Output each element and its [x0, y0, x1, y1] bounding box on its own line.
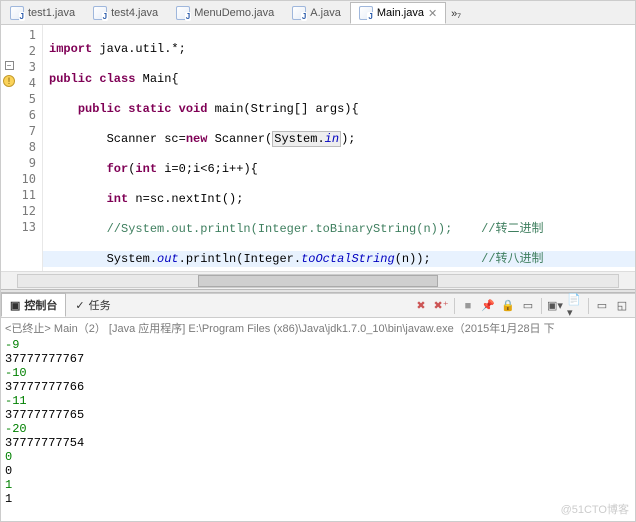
tab-console[interactable]: ▣控制台 — [1, 293, 66, 317]
display-selected-button[interactable]: ▭ — [519, 297, 537, 315]
scrollbar-thumb[interactable] — [198, 275, 438, 287]
code-editor[interactable]: − ! 1 2 3 4 5 6 7 8 9 10 11 12 13 import… — [1, 25, 635, 271]
java-file-icon — [93, 6, 107, 20]
minimize-button[interactable]: ▭ — [593, 297, 611, 315]
tab-test4[interactable]: test4.java — [84, 2, 167, 24]
close-icon[interactable]: ✕ — [428, 7, 437, 20]
editor-tabs: test1.java test4.java MenuDemo.java A.ja… — [1, 1, 635, 25]
maximize-button[interactable]: ◱ — [613, 297, 631, 315]
java-file-icon — [359, 6, 373, 20]
tab-tasks[interactable]: ✓任务 — [66, 293, 119, 317]
tabs-overflow[interactable]: »₇ — [446, 4, 466, 24]
warning-icon[interactable]: ! — [3, 75, 15, 87]
console-view[interactable]: <已终止> Main（2） [Java 应用程序] E:\Program Fil… — [1, 318, 635, 521]
tab-a[interactable]: A.java — [283, 2, 350, 24]
tab-test1[interactable]: test1.java — [1, 2, 84, 24]
console-process-header: <已终止> Main（2） [Java 应用程序] E:\Program Fil… — [5, 318, 631, 338]
tab-menudemo[interactable]: MenuDemo.java — [167, 2, 283, 24]
tab-main[interactable]: Main.java✕ — [350, 2, 446, 24]
console-icon: ▣ — [10, 299, 20, 312]
java-file-icon — [292, 6, 306, 20]
scrollbar-track[interactable] — [17, 274, 619, 288]
code-content[interactable]: import java.util.*; public class Main{ p… — [43, 25, 635, 271]
line-number-gutter: 1 2 3 4 5 6 7 8 9 10 11 12 13 — [17, 25, 43, 271]
pin-console-button[interactable]: 📌 — [479, 297, 497, 315]
remove-all-button[interactable]: ✖⁺ — [432, 297, 450, 315]
watermark: @51CTO博客 — [561, 501, 629, 517]
bottom-panel: ▣控制台 ✓任务 ✖ ✖⁺ ■ 📌 🔒 ▭ ▣▾ 📄▾ ▭ ◱ <已终止> Ma… — [1, 293, 635, 521]
console-toolbar: ✖ ✖⁺ ■ 📌 🔒 ▭ ▣▾ 📄▾ ▭ ◱ — [412, 297, 635, 315]
marker-gutter: − ! — [1, 25, 17, 271]
java-file-icon — [10, 6, 24, 20]
clear-console-button[interactable]: 📄▾ — [566, 297, 584, 315]
fold-toggle-icon[interactable]: − — [5, 61, 14, 70]
console-output: -9 37777777767 -10 37777777766 -11 37777… — [5, 338, 631, 506]
horizontal-scrollbar[interactable] — [1, 271, 635, 289]
remove-launch-button[interactable]: ✖ — [412, 297, 430, 315]
terminate-button[interactable]: ■ — [459, 297, 477, 315]
occurrence-highlight: System.in — [272, 131, 341, 147]
scroll-lock-button[interactable]: 🔒 — [499, 297, 517, 315]
bottom-tabs: ▣控制台 ✓任务 — [1, 294, 120, 317]
open-console-button[interactable]: ▣▾ — [546, 297, 564, 315]
java-file-icon — [176, 6, 190, 20]
current-line: System.out.println(Integer.toOctalString… — [43, 251, 635, 267]
tasks-icon: ✓ — [75, 299, 84, 312]
